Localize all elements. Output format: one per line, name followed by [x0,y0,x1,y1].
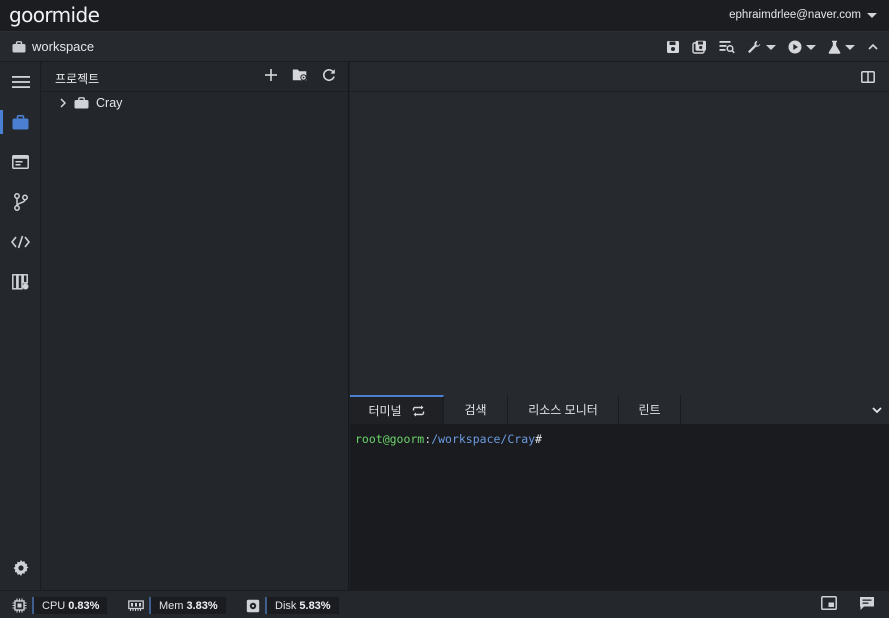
tab-terminal[interactable]: 터미널 [350,395,444,424]
menu-button[interactable] [0,62,41,102]
disk-status[interactable]: Disk 5.83% [246,597,339,614]
run-menu-button[interactable] [788,38,816,56]
disk-value: 5.83% [299,599,331,612]
tab-label: 검색 [464,403,487,417]
chevron-down-icon[interactable] [871,404,883,416]
add-icon[interactable] [264,68,278,82]
settings-button[interactable] [0,548,41,588]
briefcase-icon [74,97,89,109]
save-button[interactable] [666,38,680,56]
workspace-label: workspace [32,39,95,54]
picture-in-picture-icon[interactable] [821,596,837,610]
tab-label: 리소스 모니터 [528,403,598,417]
tab-lint[interactable]: 린트 [619,395,681,424]
flask-icon [828,40,841,54]
tree-item-project[interactable]: Cray [59,96,122,110]
activity-bar [0,62,41,590]
outline-panel-button[interactable] [0,142,41,182]
disk-icon [246,599,260,612]
build-menu-button[interactable] [747,38,776,56]
cpu-icon [12,598,27,613]
project-title: 프로젝트 [55,72,100,86]
toolbar: workspace [0,32,889,62]
chevron-down-icon [845,44,855,50]
cpu-value: 0.83% [68,599,100,612]
folder-settings-icon[interactable] [292,68,308,82]
status-right-actions [821,596,875,611]
tree-item-label: Cray [96,96,123,110]
user-email: ephraimdrlee@naver.com [729,9,861,21]
chevron-up-icon [868,43,878,50]
test-menu-button[interactable] [828,38,855,56]
prompt-hash: # [535,432,542,446]
bottom-panel-tabs: 터미널 검색 리소스 모니터 린트 [350,395,889,424]
editor-tab-bar [350,62,889,92]
git-panel-button[interactable] [0,182,41,222]
project-explorer: 프로젝트 Cray [41,62,349,590]
status-bar: CPU 0.83% Mem 3.83% Disk 5.83% [0,590,889,618]
code-icon [11,235,30,249]
git-branch-icon [13,193,28,211]
memory-readout: Mem 3.83% [149,597,226,614]
save-all-button[interactable] [692,38,707,56]
cpu-label: CPU [42,599,66,612]
memory-status[interactable]: Mem 3.83% [128,597,226,614]
user-menu[interactable]: ephraimdrlee@naver.com [729,9,877,21]
tab-resource-monitor[interactable]: 리소스 모니터 [508,395,619,424]
chevron-down-icon [867,12,877,18]
split-editor-icon[interactable] [861,71,875,83]
project-explorer-header: 프로젝트 [41,62,348,92]
memory-icon [128,600,144,611]
cpu-readout: CPU 0.83% [32,597,108,614]
repeat-icon[interactable] [412,405,425,417]
disk-label: Disk [275,599,297,612]
cpu-status[interactable]: CPU 0.83% [12,597,108,614]
refresh-icon[interactable] [322,68,336,82]
terminal-output[interactable]: root@goorm:/workspace/Cray# [350,424,889,454]
prompt-user: root@goorm [355,432,425,446]
briefcase-icon [12,40,26,52]
gear-icon [13,560,28,576]
save-icon [667,41,679,53]
bottom-panel: 터미널 검색 리소스 모니터 린트 root@goorm:/workspace/… [350,395,889,590]
wrench-icon [748,40,761,54]
plugins-button[interactable] [0,262,41,302]
mem-value: 3.83% [186,599,218,612]
collapse-toolbar-button[interactable] [867,38,879,56]
mem-label: Mem [159,599,184,612]
chevron-down-icon [806,44,816,50]
hamburger-icon [11,76,30,88]
briefcase-icon [12,114,29,129]
workspace-selector[interactable]: workspace [12,39,94,54]
chevron-down-icon [766,44,776,50]
library-icon [11,274,28,290]
window-icon [12,155,29,169]
project-actions [264,68,336,82]
chat-icon[interactable] [859,596,875,611]
search-list-icon [719,41,735,54]
top-bar: goormide ephraimdrlee@naver.com [0,0,889,32]
toolbar-actions [666,38,879,56]
chevron-right-icon[interactable] [59,98,67,108]
prompt-path: /workspace/Cray [431,432,536,446]
play-icon [788,40,802,54]
code-snippets-button[interactable] [0,222,41,262]
find-in-files-button[interactable] [719,38,735,56]
save-all-icon [692,40,706,54]
tab-search[interactable]: 검색 [444,395,508,424]
project-explorer-button[interactable] [0,102,41,142]
tab-label: 린트 [638,403,661,417]
tab-label: 터미널 [368,404,402,418]
disk-readout: Disk 5.83% [265,597,339,614]
editor-area [350,62,889,395]
goormide-logo[interactable]: goormide [9,3,100,27]
